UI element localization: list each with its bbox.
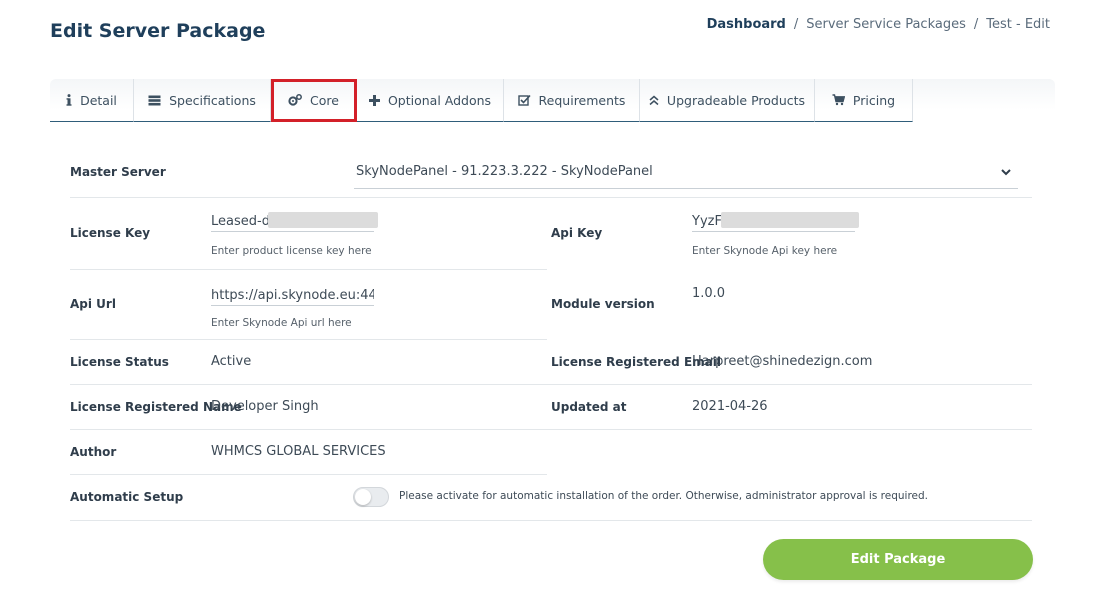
license-status-value: Active	[211, 354, 252, 369]
master-server-row: Master Server SkyNodePanel - 91.223.3.22…	[70, 150, 1032, 198]
tab-label: Specifications	[169, 92, 256, 108]
api-key-row: Api Key Enter Skynode Api key here	[551, 197, 1028, 269]
breadcrumb-separator: /	[973, 17, 979, 32]
redacted-mask	[268, 212, 378, 228]
tab-label: Detail	[80, 92, 117, 108]
master-server-select[interactable]: SkyNodePanel - 91.223.3.222 - SkyNodePan…	[354, 160, 1018, 189]
api-key-label: Api Key	[551, 226, 603, 240]
license-key-hint: Enter product license key here	[211, 245, 372, 257]
cart-icon	[832, 94, 845, 106]
author-label: Author	[70, 445, 117, 459]
license-name-value: Developer Singh	[211, 399, 319, 414]
plus-icon	[368, 94, 380, 106]
tab-upgradeable-products[interactable]: Upgradeable Products	[640, 79, 815, 122]
toggle-knob	[355, 489, 371, 505]
chevron-down-icon	[1001, 169, 1011, 176]
tab-label: Core	[310, 92, 339, 108]
api-url-input[interactable]	[211, 285, 374, 306]
tabs-bar: Detail Specifications Core Optional Addo…	[50, 79, 1055, 123]
tab-label: Optional Addons	[387, 92, 492, 108]
module-version-value: 1.0.0	[692, 286, 726, 301]
api-key-hint: Enter Skynode Api key here	[692, 245, 838, 257]
breadcrumb-dashboard-link[interactable]: Dashboard	[707, 17, 786, 32]
author-row: Author WHMCS GLOBAL SERVICES	[70, 429, 547, 475]
api-url-label: Api Url	[70, 297, 116, 311]
module-version-row: Module version 1.0.0	[551, 269, 1028, 339]
tab-pricing[interactable]: Pricing	[815, 79, 913, 122]
updated-at-value: 2021-04-26	[692, 399, 768, 414]
api-url-hint: Enter Skynode Api url here	[211, 317, 352, 329]
tab-label: Requirements	[538, 92, 626, 108]
license-key-row: License Key Enter product license key he…	[70, 197, 547, 270]
api-url-row: Api Url Enter Skynode Api url here	[70, 269, 547, 340]
automatic-setup-description: Please activate for automatic installati…	[399, 490, 928, 502]
checkbox-icon	[517, 94, 531, 106]
license-status-label: License Status	[70, 355, 169, 369]
license-key-label: License Key	[70, 226, 151, 240]
automatic-setup-label: Automatic Setup	[70, 490, 184, 504]
master-server-selected-value: SkyNodePanel - 91.223.3.222 - SkyNodePan…	[356, 164, 653, 179]
tab-label: Upgradeable Products	[666, 92, 806, 108]
tab-specifications[interactable]: Specifications	[134, 79, 271, 122]
tab-detail[interactable]: Detail	[50, 79, 134, 122]
breadcrumb-current: Test - Edit	[986, 17, 1050, 32]
automatic-setup-toggle[interactable]	[353, 487, 389, 507]
server-icon	[148, 95, 161, 106]
info-icon	[66, 94, 72, 106]
tab-core[interactable]: Core	[271, 79, 357, 122]
author-value: WHMCS GLOBAL SERVICES	[211, 444, 386, 459]
tab-list: Detail Specifications Core Optional Addo…	[50, 79, 913, 123]
tab-label: Pricing	[852, 92, 896, 108]
license-status-row: License Status Active License Registered…	[70, 339, 1032, 385]
license-name-row: License Registered Name Developer Singh …	[70, 384, 1032, 430]
updated-at-label: Updated at	[551, 400, 627, 414]
redacted-mask	[721, 212, 859, 228]
tab-optional-addons[interactable]: Optional Addons	[357, 79, 504, 122]
master-server-label: Master Server	[70, 165, 166, 179]
module-version-label: Module version	[551, 297, 655, 311]
page-title: Edit Server Package	[50, 20, 266, 42]
breadcrumb: Dashboard / Server Service Packages / Te…	[707, 17, 1050, 32]
edit-package-button[interactable]: Edit Package	[763, 539, 1033, 580]
breadcrumb-separator: /	[793, 17, 799, 32]
tab-requirements[interactable]: Requirements	[504, 79, 640, 122]
license-email-value: Harpreet@shinedezign.com	[692, 354, 873, 369]
breadcrumb-packages-link[interactable]: Server Service Packages	[806, 17, 966, 32]
double-chevron-up-icon	[649, 95, 659, 106]
gears-icon	[288, 94, 302, 106]
